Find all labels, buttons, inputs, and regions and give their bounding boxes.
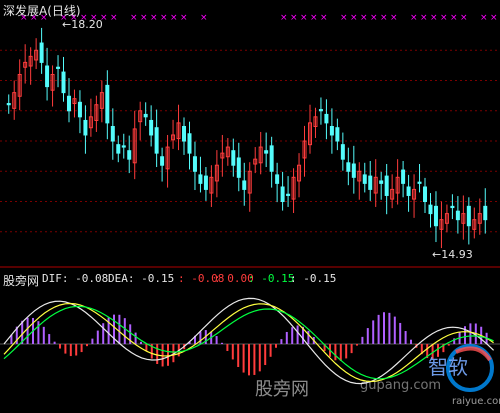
candle-body [346, 162, 351, 172]
candle-body [6, 103, 11, 106]
event-marker: × [360, 13, 368, 23]
low-arrow-icon: ← [432, 248, 442, 261]
candle-body [160, 156, 165, 166]
event-marker: × [140, 13, 148, 23]
logo-url: raiyue.com [452, 396, 500, 407]
chart-window[interactable]: × × × × × × × × × × × × × × × × × × × × × × × × × × × × × × × × × × × 深发展A… [0, 0, 500, 413]
candle-body [275, 174, 280, 184]
event-marker: × [170, 13, 178, 23]
candle-body [236, 157, 241, 178]
candle-body [423, 186, 428, 203]
candle-body [149, 119, 154, 136]
event-marker: × [380, 13, 388, 23]
candle-body [483, 205, 488, 221]
candle-body [242, 180, 247, 190]
candle-body [269, 145, 274, 172]
event-marker: × [410, 13, 418, 23]
dea-label: DEA: -0.15 [108, 272, 175, 285]
candle-body [56, 66, 61, 69]
candle-body [351, 163, 356, 178]
candle-body [187, 133, 192, 154]
event-marker: × [310, 13, 318, 23]
event-marker: × [280, 13, 288, 23]
candle-body [406, 186, 411, 196]
candle-body [105, 84, 110, 124]
candle-body [77, 101, 82, 118]
site-logo: 智软 raiyue.com [428, 344, 500, 407]
event-marker: × [490, 13, 498, 23]
event-marker: × [450, 13, 458, 23]
event-marker: × [300, 13, 308, 23]
candle-body [143, 113, 148, 118]
candle-body [110, 126, 115, 142]
candle-body [192, 156, 197, 172]
macd-value-3: : -0.15 [248, 272, 295, 285]
event-marker: × [430, 13, 438, 23]
candle-body [154, 127, 159, 154]
candle-body [182, 126, 187, 142]
dif-label: DIF: -0.08 [42, 272, 109, 285]
candle-body [116, 144, 121, 154]
event-marker: × [320, 13, 328, 23]
event-marker: × [340, 13, 348, 23]
event-marker: × [130, 13, 138, 23]
low-price-label: ←14.93 [432, 248, 473, 261]
candle-body [335, 127, 340, 142]
chart-title: 深发展A(日线) [3, 4, 81, 18]
event-marker: × [160, 13, 168, 23]
candle-body [368, 175, 373, 190]
candle-body [39, 42, 44, 63]
candle-body [231, 150, 236, 166]
event-marker: × [110, 13, 118, 23]
event-marker: × [180, 13, 188, 23]
event-marker: × [420, 13, 428, 23]
event-marker: × [350, 13, 358, 23]
candle-body [280, 186, 285, 203]
candle-body [433, 205, 438, 227]
event-marker: × [150, 13, 158, 23]
price-panel[interactable]: × × × × × × × × × × × × × × × × × × × × × × × × × × × × × × × × × × × [0, 0, 500, 268]
high-arrow-icon: ← [62, 18, 72, 31]
macd-panel-title: 股旁网 [3, 274, 40, 288]
candle-body [66, 95, 71, 112]
event-marker: × [290, 13, 298, 23]
event-marker: × [480, 13, 488, 23]
watermark-text: 股旁网 [255, 379, 309, 400]
candle-body [455, 210, 460, 221]
event-marker: × [440, 13, 448, 23]
candle-body [203, 175, 208, 190]
candle-body [127, 150, 132, 160]
candle-body [417, 181, 422, 184]
event-marker: × [200, 13, 208, 23]
event-marker: × [390, 13, 398, 23]
candle-body [318, 109, 323, 112]
candle-body [286, 193, 291, 196]
candle-body [379, 180, 384, 184]
macd-value-4: : -0.15 [290, 272, 337, 285]
candle-body [384, 175, 389, 196]
candle-body [362, 174, 367, 184]
candle-body [466, 205, 471, 227]
candle-body [198, 174, 203, 184]
candle-body [340, 144, 345, 160]
candle-body [450, 205, 455, 209]
candle-body [45, 65, 50, 88]
candle-body [324, 113, 329, 124]
event-marker: × [460, 13, 468, 23]
candle-body [428, 204, 433, 215]
candle-body [264, 150, 269, 154]
logo-text: 智软 [428, 355, 468, 379]
candle-body [61, 71, 66, 94]
candle-body [121, 145, 126, 148]
event-marker: × [370, 13, 378, 23]
candle-body [329, 126, 334, 136]
high-price-label: ←18.20 [62, 18, 103, 31]
candle-body [83, 119, 88, 136]
candle-body [401, 169, 406, 184]
